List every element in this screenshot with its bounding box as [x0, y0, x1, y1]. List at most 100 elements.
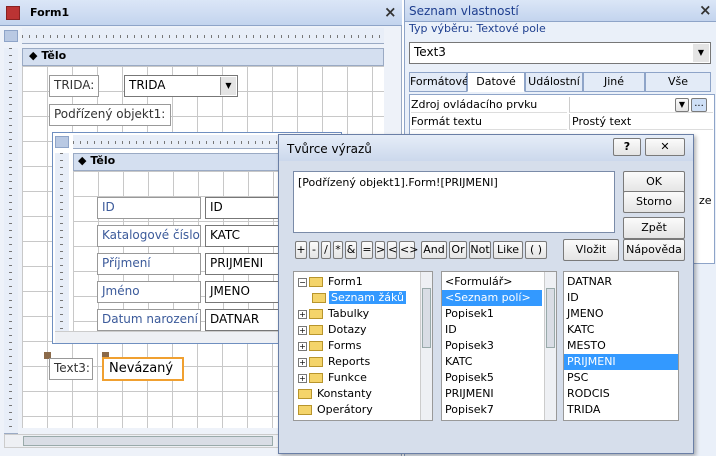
- expand-icon[interactable]: +: [298, 341, 307, 351]
- middle-item[interactable]: <Formulář>: [442, 274, 556, 290]
- right-item[interactable]: ID: [564, 290, 678, 306]
- close-icon[interactable]: ✕: [645, 138, 685, 156]
- operator-button[interactable]: <>: [399, 241, 418, 259]
- operator-button[interactable]: /: [321, 241, 331, 259]
- field-value[interactable]: DATNAR: [205, 309, 285, 331]
- object-combo[interactable]: Text3 ▼: [409, 42, 711, 64]
- props-tab[interactable]: Vše: [645, 72, 711, 92]
- help-button[interactable]: Nápověda: [623, 239, 685, 261]
- trida-combo[interactable]: TRIDA ▼: [124, 75, 238, 97]
- middle-item[interactable]: PRIJMENI: [442, 386, 556, 402]
- tree-item[interactable]: Operátory: [294, 402, 432, 418]
- close-icon[interactable]: ×: [384, 3, 397, 21]
- right-item[interactable]: RODCIS: [564, 386, 678, 402]
- operator-button[interactable]: >: [375, 241, 385, 259]
- field-label[interactable]: ID: [97, 197, 201, 219]
- tree-item[interactable]: − Form1: [294, 274, 432, 290]
- tree-item[interactable]: + Reports: [294, 354, 432, 370]
- chevron-down-icon[interactable]: ▼: [675, 98, 689, 112]
- tree-item[interactable]: + Tabulky: [294, 306, 432, 322]
- section-arrow-icon: ◆: [29, 49, 38, 62]
- object-tree[interactable]: − Form1 Seznam žáků + Tabulky + Dotazy + Forms + R…: [293, 271, 433, 421]
- top-ruler: [22, 28, 384, 44]
- tree-item[interactable]: Konstanty: [294, 386, 432, 402]
- middle-item[interactable]: <Seznam polí>: [442, 290, 542, 306]
- operator-button[interactable]: And: [421, 241, 447, 259]
- middle-item[interactable]: Popisek7: [442, 402, 556, 418]
- middle-scrollbar[interactable]: [544, 272, 556, 420]
- ellipsis-button[interactable]: ...: [691, 98, 707, 112]
- middle-item[interactable]: Popisek5: [442, 370, 556, 386]
- operator-button[interactable]: +: [295, 241, 307, 259]
- chevron-down-icon[interactable]: ▼: [220, 77, 236, 95]
- tree-item[interactable]: + Funkce: [294, 370, 432, 386]
- tree-item[interactable]: + Forms: [294, 338, 432, 354]
- props-tab[interactable]: Událostní: [525, 72, 583, 92]
- right-list[interactable]: DATNAR ID JMENO KATC MESTO PRIJMENI PSC RODCIS T…: [563, 271, 679, 421]
- scroll-thumb[interactable]: [422, 288, 431, 348]
- text3-field[interactable]: Nevázaný: [102, 357, 184, 381]
- subform-label[interactable]: Podřízený objekt1:: [49, 104, 171, 126]
- middle-item[interactable]: Popisek3: [442, 338, 556, 354]
- ok-button[interactable]: OK: [623, 171, 685, 193]
- props-titlebar: Seznam vlastností ×: [405, 0, 716, 22]
- right-item[interactable]: ULICE: [564, 418, 678, 420]
- subform-corner[interactable]: [55, 136, 69, 148]
- middle-item[interactable]: Popisek1: [442, 306, 556, 322]
- close-icon[interactable]: ×: [699, 1, 712, 19]
- section-header[interactable]: ◆ Tělo: [22, 48, 384, 66]
- right-item[interactable]: PRIJMENI: [564, 354, 678, 370]
- operator-button[interactable]: Like: [493, 241, 523, 259]
- collapse-icon[interactable]: −: [298, 277, 307, 287]
- chevron-down-icon[interactable]: ▼: [693, 44, 709, 62]
- right-item[interactable]: TRIDA: [564, 402, 678, 418]
- props-tab[interactable]: Formátové: [409, 72, 469, 92]
- props-tab[interactable]: Datové: [467, 72, 525, 92]
- operator-button[interactable]: ( ): [525, 241, 547, 259]
- paste-button[interactable]: Vložit: [563, 239, 619, 261]
- field-value[interactable]: PRIJMENI: [205, 253, 285, 275]
- right-item[interactable]: DATNAR: [564, 274, 678, 290]
- operator-button[interactable]: -: [309, 241, 319, 259]
- scroll-thumb[interactable]: [546, 288, 555, 348]
- ruler-corner[interactable]: [4, 30, 18, 42]
- expand-icon[interactable]: +: [298, 309, 307, 319]
- operator-button[interactable]: <: [387, 241, 397, 259]
- expand-icon[interactable]: +: [298, 373, 307, 383]
- expression-input[interactable]: [Podřízený objekt1].Form![PRIJMENI]: [293, 171, 615, 233]
- cancel-button[interactable]: Storno: [623, 191, 685, 213]
- right-item[interactable]: KATC: [564, 322, 678, 338]
- right-item[interactable]: MESTO: [564, 338, 678, 354]
- operator-button[interactable]: Not: [469, 241, 491, 259]
- middle-item[interactable]: KATC: [442, 354, 556, 370]
- operator-button[interactable]: *: [333, 241, 343, 259]
- operator-button[interactable]: Or: [449, 241, 467, 259]
- field-label[interactable]: Jméno: [97, 281, 201, 303]
- right-item[interactable]: JMENO: [564, 306, 678, 322]
- expand-icon[interactable]: +: [298, 357, 307, 367]
- field-value[interactable]: JMENO: [205, 281, 285, 303]
- help-icon[interactable]: ?: [613, 138, 641, 156]
- middle-list[interactable]: <Formulář> <Seznam polí> Popisek1 ID Popisek…: [441, 271, 557, 421]
- tree-scrollbar[interactable]: [420, 272, 432, 420]
- props-tab[interactable]: Jiné: [583, 72, 645, 92]
- field-label[interactable]: Datum narození: [97, 309, 201, 331]
- tree-item-label: Tabulky: [328, 307, 370, 320]
- back-button[interactable]: Zpět: [623, 217, 685, 239]
- field-value[interactable]: KATC: [205, 225, 285, 247]
- operator-button[interactable]: &: [345, 241, 357, 259]
- tree-item[interactable]: Seznam žáků: [294, 290, 432, 306]
- middle-item[interactable]: ID: [442, 322, 556, 338]
- operator-button[interactable]: =: [361, 241, 373, 259]
- expand-icon[interactable]: +: [298, 325, 307, 335]
- scroll-thumb[interactable]: [23, 436, 273, 446]
- tree-item[interactable]: + Dotazy: [294, 322, 432, 338]
- right-item[interactable]: PSC: [564, 370, 678, 386]
- field-label[interactable]: Katalogové číslo: [97, 225, 201, 247]
- trida-label[interactable]: TRIDA:: [49, 75, 99, 97]
- prop-row-value[interactable]: Prostý text: [569, 114, 713, 130]
- field-value[interactable]: ID: [205, 197, 285, 219]
- field-label[interactable]: Příjmení: [97, 253, 201, 275]
- text3-label[interactable]: Text3:: [49, 358, 93, 380]
- middle-item[interactable]: JMENO: [442, 418, 556, 420]
